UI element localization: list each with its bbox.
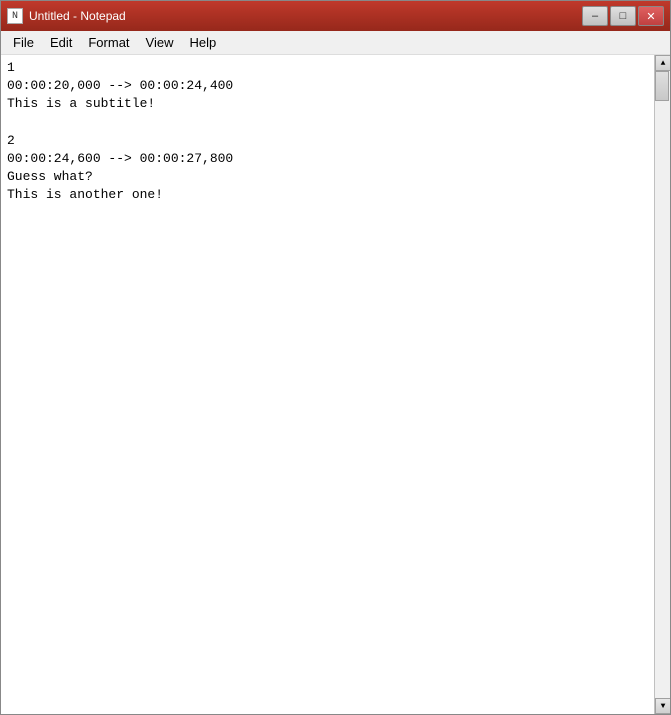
menu-help[interactable]: Help <box>181 33 224 52</box>
title-bar-left: N Untitled - Notepad <box>7 8 126 24</box>
scrollbar: ▲ ▼ <box>654 55 670 714</box>
title-controls: – □ ✕ <box>582 6 664 26</box>
window-title: Untitled - Notepad <box>29 9 126 23</box>
scrollbar-thumb[interactable] <box>655 71 669 101</box>
menu-bar: File Edit Format View Help <box>1 31 670 55</box>
app-icon-letter: N <box>12 11 18 22</box>
scrollbar-down-button[interactable]: ▼ <box>655 698 670 714</box>
menu-file[interactable]: File <box>5 33 42 52</box>
text-editor[interactable]: 1 00:00:20,000 --> 00:00:24,400 This is … <box>1 55 654 714</box>
close-button[interactable]: ✕ <box>638 6 664 26</box>
editor-area: 1 00:00:20,000 --> 00:00:24,400 This is … <box>1 55 670 714</box>
menu-edit[interactable]: Edit <box>42 33 80 52</box>
app-icon: N <box>7 8 23 24</box>
maximize-button[interactable]: □ <box>610 6 636 26</box>
menu-format[interactable]: Format <box>80 33 137 52</box>
menu-view[interactable]: View <box>138 33 182 52</box>
minimize-button[interactable]: – <box>582 6 608 26</box>
title-bar: N Untitled - Notepad – □ ✕ <box>1 1 670 31</box>
scrollbar-up-button[interactable]: ▲ <box>655 55 670 71</box>
notepad-window: N Untitled - Notepad – □ ✕ File Edit For… <box>0 0 671 715</box>
scrollbar-track[interactable] <box>655 71 670 698</box>
